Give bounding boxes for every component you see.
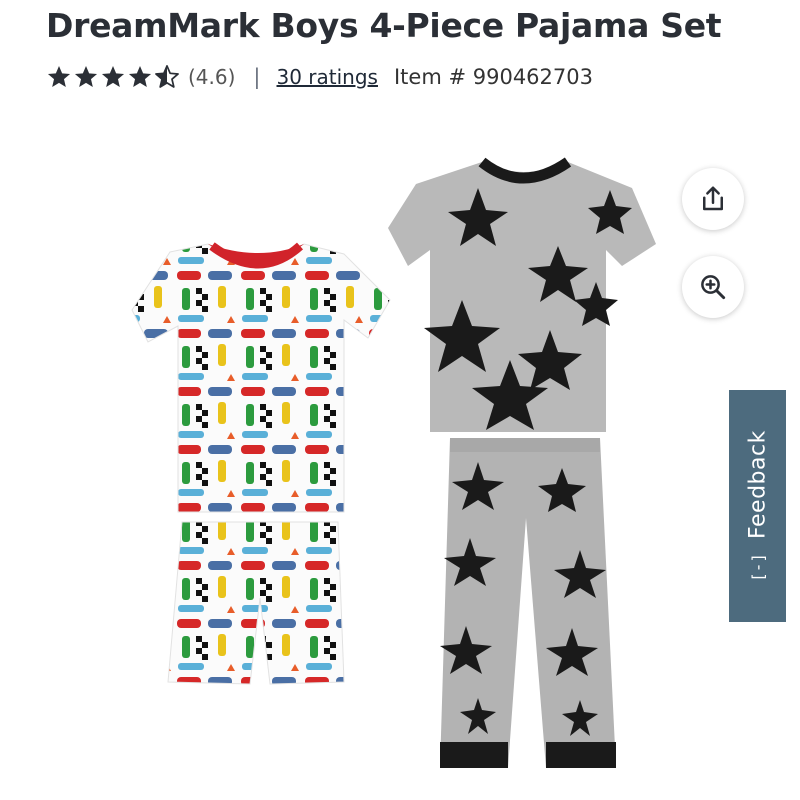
product-meta: (4.6) | 30 ratings Item # 990462703: [46, 62, 593, 92]
share-button[interactable]: [682, 168, 744, 230]
divider: |: [253, 65, 261, 89]
zoom-button[interactable]: [682, 256, 744, 318]
star-half-icon: [155, 65, 179, 88]
star-full-icon: [74, 65, 98, 87]
rating-value: (4.6): [188, 65, 236, 89]
feedback-tab[interactable]: [-] Feedback: [729, 390, 786, 622]
star-full-icon: [128, 65, 152, 87]
feedback-content: [-] Feedback: [745, 430, 770, 582]
share-icon: [703, 186, 723, 211]
ratings-count-link[interactable]: 30 ratings: [277, 65, 378, 89]
star-full-icon: [101, 65, 125, 87]
feedback-icon: [-]: [748, 552, 767, 582]
star-full-icon: [47, 65, 71, 87]
feedback-label: Feedback: [745, 430, 770, 539]
item-number: Item # 990462703: [393, 65, 593, 89]
product-image[interactable]: [110, 150, 670, 770]
product-title: DreamMark Boys 4-Piece Pajama Set: [46, 6, 722, 45]
star-rating: [46, 64, 180, 90]
zoom-in-icon: [701, 275, 726, 300]
